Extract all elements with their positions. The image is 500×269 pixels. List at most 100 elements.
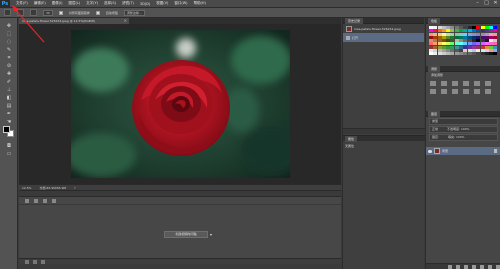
color-swatch[interactable] <box>493 52 498 56</box>
timeline-render-icon[interactable] <box>33 260 37 264</box>
new-layer-icon[interactable] <box>488 264 492 269</box>
layers-panel: 图层 类型 正常 不透明度: 100% 锁定: 填充: 100% 背景 <box>426 111 500 269</box>
screen-mode-icon[interactable]: ▭ <box>4 150 14 157</box>
add-adjustment-label: 添加调整 <box>431 73 444 77</box>
quick-select-tool-icon[interactable]: ✎ <box>4 46 14 53</box>
timeline-footer <box>19 258 341 264</box>
eyedropper-tool-icon[interactable]: ⊘ <box>4 62 14 69</box>
tab-swatches[interactable]: 色板 <box>428 18 441 24</box>
auto-enhance-label: 自动增强 <box>105 10 118 15</box>
tool-preset-picker[interactable] <box>4 9 11 16</box>
foreground-color-swatch[interactable] <box>3 126 10 133</box>
history-state-row[interactable]: 打开 <box>343 33 424 42</box>
timeline-convert-icon[interactable] <box>41 260 45 264</box>
menu-image[interactable]: 图像(I) <box>52 1 63 6</box>
new-group-icon[interactable] <box>480 264 484 269</box>
color-lookup-icon[interactable] <box>474 89 480 94</box>
window-controls: – □ ✕ <box>475 1 498 6</box>
fill-value[interactable]: 填充: 100% <box>448 135 465 139</box>
history-state-label: 打开 <box>352 35 359 40</box>
next-frame-icon[interactable] <box>52 198 56 203</box>
menu-file[interactable]: 文件(F) <box>16 1 28 6</box>
canvas-area[interactable] <box>19 24 341 184</box>
delete-layer-icon[interactable] <box>496 264 500 269</box>
lock-label: 锁定: <box>432 135 440 139</box>
properties-panel-header: 属性 <box>343 135 425 142</box>
brush-tool-icon[interactable]: ✐ <box>4 78 14 85</box>
link-layers-icon[interactable] <box>448 264 452 269</box>
swatches-panel-header: 色板 <box>426 18 500 24</box>
layer-filter-select[interactable]: 类型 <box>429 118 498 125</box>
invert-icon[interactable] <box>485 89 491 94</box>
menu-select[interactable]: 选择(S) <box>104 1 116 6</box>
sample-all-checkbox[interactable] <box>58 10 63 15</box>
gradient-tool-icon[interactable]: ▤ <box>4 102 14 109</box>
levels-icon[interactable] <box>441 81 447 86</box>
color-balance-icon[interactable] <box>430 89 436 94</box>
brightness-contrast-icon[interactable] <box>430 81 436 86</box>
layer-thumbnail <box>434 148 440 154</box>
hand-tool-icon[interactable]: ☚ <box>4 118 14 125</box>
exposure-icon[interactable] <box>463 81 469 86</box>
menu-type[interactable]: 文字(Y) <box>86 1 98 6</box>
layer-row-background[interactable]: 背景 <box>426 147 500 155</box>
minimize-button[interactable]: – <box>475 1 480 6</box>
new-selection-mode[interactable] <box>17 9 24 16</box>
healing-brush-tool-icon[interactable]: ✚ <box>4 70 14 77</box>
quick-mask-icon[interactable]: ◘ <box>4 142 14 149</box>
marquee-tool-icon[interactable]: ⬚ <box>4 30 14 37</box>
auto-enhance-checkbox[interactable] <box>95 10 100 15</box>
maximize-button[interactable]: □ <box>484 1 489 6</box>
eraser-tool-icon[interactable]: ◧ <box>4 94 14 101</box>
layer-name: 背景 <box>442 149 449 153</box>
photo-filter-icon[interactable] <box>452 89 458 94</box>
lock-fill-row: 锁定: 填充: 100% <box>429 134 498 141</box>
clone-stamp-tool-icon[interactable]: ⊥ <box>4 86 14 93</box>
layer-style-icon[interactable] <box>456 264 460 269</box>
timeline-settings-icon[interactable] <box>25 260 29 264</box>
curves-icon[interactable] <box>452 81 458 86</box>
refine-edge-button[interactable]: 调整边缘... <box>123 9 145 16</box>
adjustment-icons <box>430 81 493 94</box>
channel-mixer-icon[interactable] <box>463 89 469 94</box>
menu-help[interactable]: 帮助(H) <box>194 1 206 6</box>
document-size-info: 文档:65.9M/65.9M <box>39 185 67 190</box>
menu-layer[interactable]: 图层(L) <box>68 1 80 6</box>
add-selection-mode[interactable] <box>30 9 37 16</box>
menu-view[interactable]: 视图(V) <box>156 1 168 6</box>
new-adjustment-layer-icon[interactable] <box>472 264 476 269</box>
rose-photo <box>71 30 290 178</box>
menu-window[interactable]: 窗口(W) <box>174 1 187 6</box>
first-frame-icon[interactable] <box>25 198 29 203</box>
blend-mode-select[interactable]: 正常 不透明度: 100% <box>429 126 498 133</box>
create-video-timeline-button[interactable]: 创建视频时间轴 <box>164 231 208 238</box>
zoom-level[interactable]: 12.5% <box>22 186 32 190</box>
pen-tool-icon[interactable]: ✒ <box>4 110 14 117</box>
app-logo: Ps <box>0 0 10 8</box>
tab-layers[interactable]: 图层 <box>428 111 441 117</box>
timeline-playback-controls <box>19 197 341 205</box>
tab-history[interactable]: 历史记录 <box>345 18 364 24</box>
add-mask-icon[interactable] <box>464 264 468 269</box>
brush-size-field[interactable]: 30 <box>43 9 53 16</box>
lasso-tool-icon[interactable]: ◌ <box>4 38 14 45</box>
history-snapshot-row[interactable]: rose-petals-flower-526154.jpeg <box>343 24 424 33</box>
layers-panel-header: 图层 <box>426 111 500 117</box>
layers-footer <box>426 263 500 269</box>
prev-frame-icon[interactable] <box>34 198 38 203</box>
menu-3d[interactable]: 3D(D) <box>140 2 150 6</box>
timeline-dropdown-icon[interactable]: ▾ <box>210 232 212 237</box>
visibility-eye-icon[interactable] <box>428 149 432 153</box>
blend-mode-value: 正常 <box>432 127 439 131</box>
black-white-icon[interactable] <box>441 89 447 94</box>
move-tool-icon[interactable]: ✥ <box>4 22 14 29</box>
vibrance-icon[interactable] <box>474 81 480 86</box>
menu-edit[interactable]: 编辑(E) <box>34 1 46 6</box>
tab-adjustments[interactable]: 调整 <box>428 66 441 72</box>
play-icon[interactable] <box>43 198 47 203</box>
hue-saturation-icon[interactable] <box>485 81 491 86</box>
menu-filter[interactable]: 滤镜(T) <box>122 1 134 6</box>
tab-properties[interactable]: 属性 <box>345 136 358 142</box>
crop-tool-icon[interactable]: ⌗ <box>4 54 14 61</box>
close-window-button[interactable]: ✕ <box>493 1 498 6</box>
